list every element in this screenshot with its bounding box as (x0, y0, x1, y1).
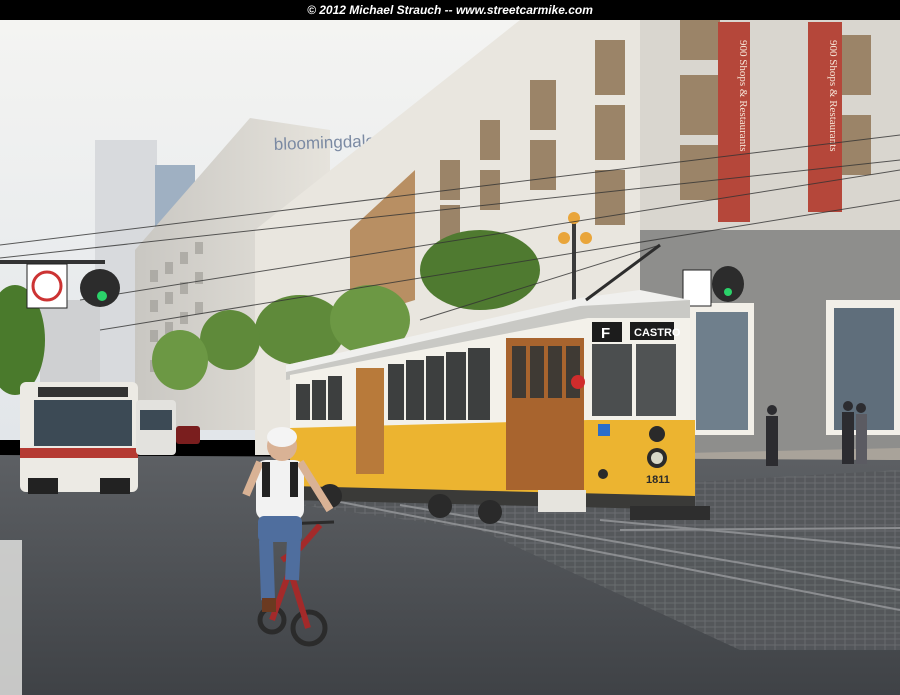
lane-marking (0, 540, 22, 695)
copyright-text: © 2012 Michael Strauch -- www.streetcarm… (307, 3, 593, 17)
destination-text: CASTRO (634, 327, 681, 339)
bus-distant (136, 400, 176, 455)
photo-frame: © 2012 Michael Strauch -- www.streetcarm… (0, 0, 900, 695)
route-letter: F (601, 325, 610, 342)
car (176, 426, 200, 444)
banner-left-text: 900 Shops & Restaurants (737, 40, 749, 152)
car-number: 1811 (646, 474, 670, 486)
copyright-bar: © 2012 Michael Strauch -- www.streetcarm… (0, 0, 900, 20)
banner-right-text: 900 Shops & Restaurants (827, 40, 839, 152)
trolleybus (20, 382, 138, 494)
street-scene: bloomingdale's 900 Shops & Restaurants 9… (0, 20, 900, 695)
